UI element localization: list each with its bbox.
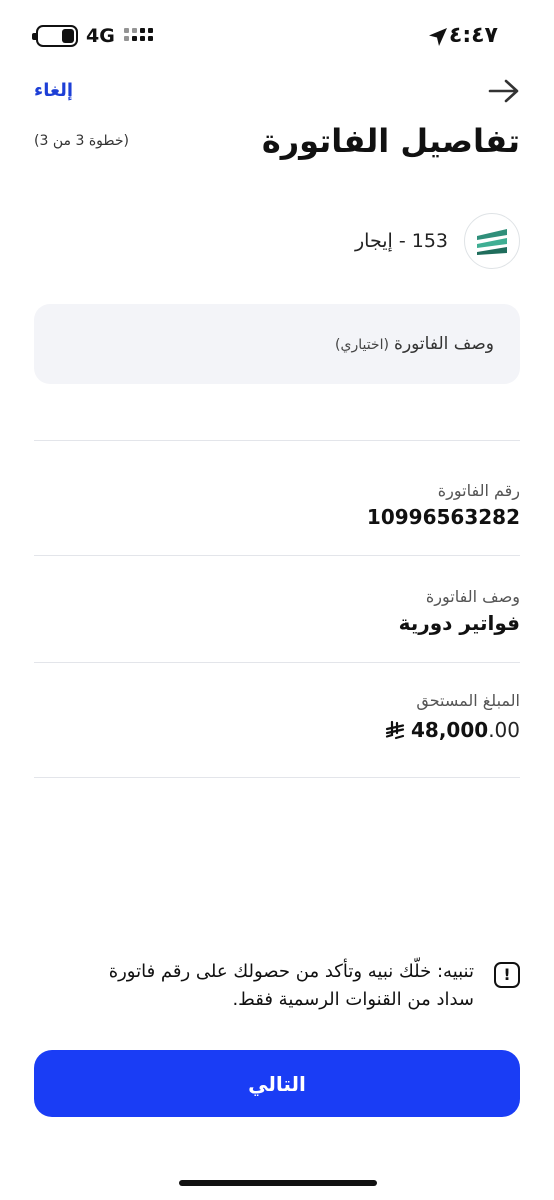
biller-logo [464, 213, 520, 269]
status-bar: 4G ٤:٤٧ [0, 0, 554, 76]
divider [34, 440, 520, 441]
home-indicator[interactable] [179, 1180, 377, 1186]
saudi-riyal-icon [385, 720, 405, 740]
ejar-logo-icon [477, 229, 507, 255]
amount-integer: 48,000 [411, 718, 489, 742]
bill-description-input-container[interactable]: وصف الفاتورة (اختياري) [34, 304, 520, 384]
status-time: ٤:٤٧ [448, 23, 498, 48]
bill-description-input[interactable] [34, 304, 520, 384]
page-title: تفاصيل الفاتورة [261, 122, 520, 160]
battery-level [62, 29, 74, 43]
bill-number-label: رقم الفاتورة [437, 481, 520, 500]
amount-due-label: المبلغ المستحق [416, 691, 520, 710]
signal-icon [124, 28, 153, 46]
location-arrow-icon [429, 28, 447, 46]
divider [34, 777, 520, 778]
next-button[interactable]: التالي [34, 1050, 520, 1117]
biller-name: 153 - إيجار [355, 230, 448, 252]
warning-text: تنبيه: خلّك نبيه وتأكد من حصولك على رقم … [108, 961, 474, 1010]
step-indicator: (خطوة 3 من 3) [34, 133, 129, 149]
exclamation-icon: ! [494, 962, 520, 988]
network-type: 4G [86, 25, 115, 47]
bill-number-value: 10996563282 [366, 505, 520, 529]
amount-due-value: 48,000.00 [385, 716, 520, 744]
divider [34, 555, 520, 556]
cancel-link[interactable]: إلغاء [34, 78, 73, 104]
arrow-right-icon[interactable] [487, 78, 521, 104]
amount-decimal: .00 [488, 718, 520, 742]
divider [34, 662, 520, 663]
biller-row: 153 - إيجار [355, 213, 520, 269]
bill-description-value: فواتير دورية [398, 611, 520, 635]
screen: 4G ٤:٤٧ إلغاء تفاصيل الفاتورة (خطوة 3 من… [0, 0, 554, 1200]
battery-icon [32, 25, 78, 47]
bill-description-label: وصف الفاتورة [425, 587, 520, 606]
